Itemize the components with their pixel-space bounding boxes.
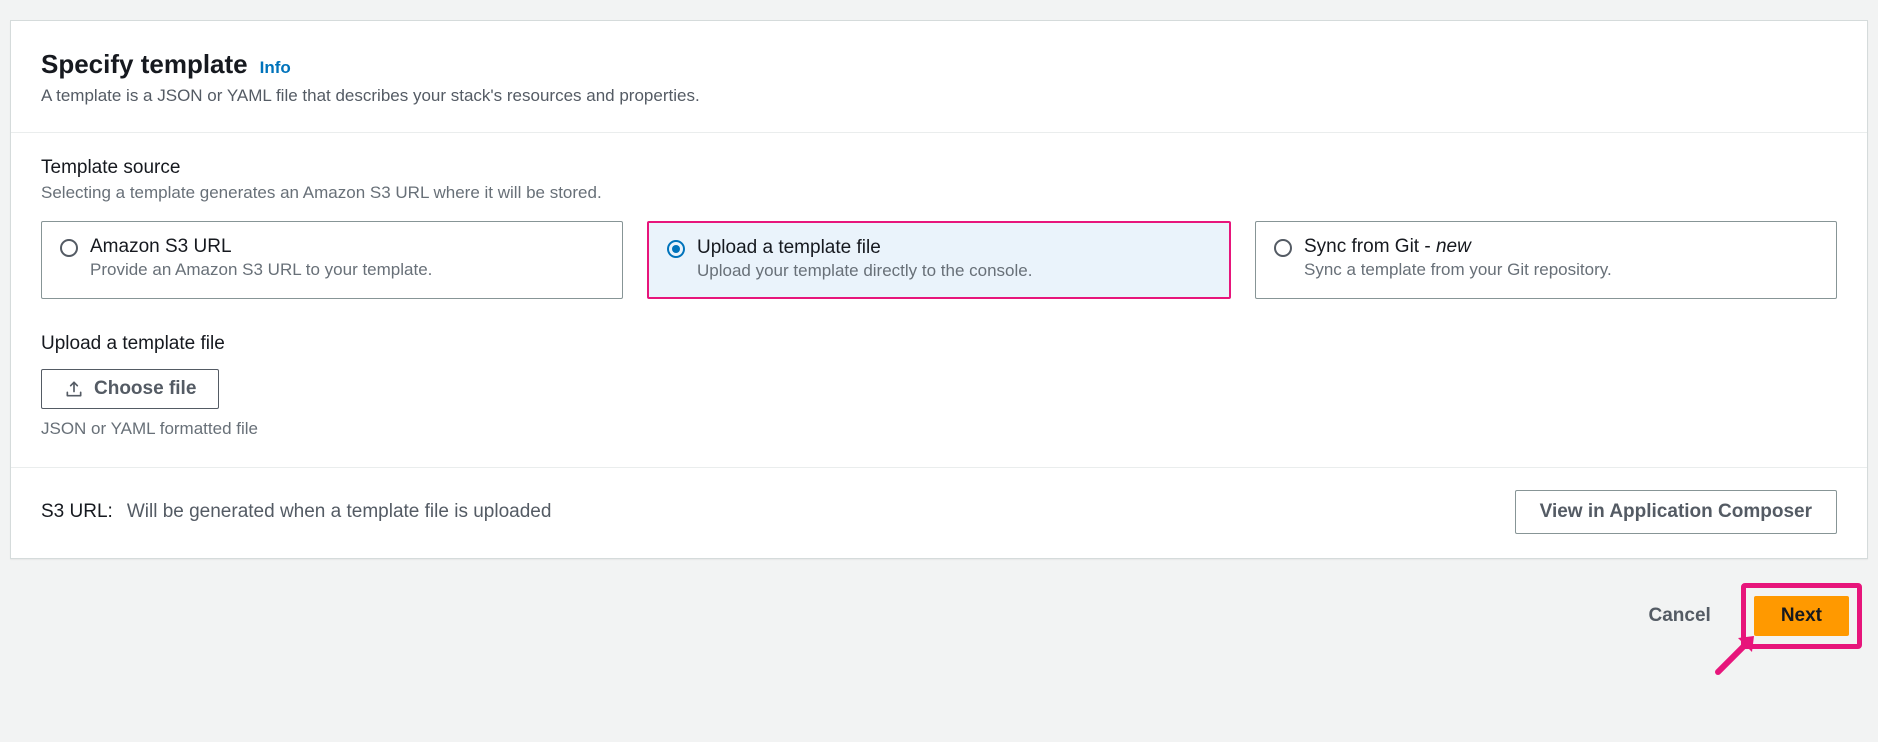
radio-option-s3-url[interactable]: Amazon S3 URL Provide an Amazon S3 URL t… — [41, 221, 623, 299]
radio-icon — [667, 240, 685, 258]
upload-label: Upload a template file — [41, 333, 1837, 355]
view-in-application-composer-button[interactable]: View in Application Composer — [1515, 490, 1837, 534]
s3-url-row: S3 URL: Will be generated when a templat… — [41, 501, 551, 523]
template-source-desc: Selecting a template generates an Amazon… — [41, 183, 1837, 203]
radio-title: Sync from Git - new — [1304, 236, 1818, 258]
radio-icon — [1274, 239, 1292, 257]
radio-option-sync-git[interactable]: Sync from Git - new Sync a template from… — [1255, 221, 1837, 299]
info-link[interactable]: Info — [260, 58, 291, 78]
choose-file-button[interactable]: Choose file — [41, 369, 219, 409]
upload-section: Upload a template file Choose file JSON … — [41, 333, 1837, 439]
upload-icon — [64, 379, 84, 399]
panel-title: Specify template — [41, 49, 248, 80]
radio-desc: Provide an Amazon S3 URL to your templat… — [90, 260, 604, 280]
s3-url-value: Will be generated when a template file i… — [127, 501, 552, 523]
radio-option-upload-file[interactable]: Upload a template file Upload your templ… — [647, 221, 1231, 299]
radio-icon — [60, 239, 78, 257]
wizard-actions: Cancel Next — [10, 583, 1868, 649]
template-source-label: Template source — [41, 157, 1837, 179]
upload-hint: JSON or YAML formatted file — [41, 419, 1837, 439]
radio-title: Amazon S3 URL — [90, 236, 604, 258]
specify-template-panel: Specify template Info A template is a JS… — [10, 20, 1868, 559]
panel-body: Template source Selecting a template gen… — [11, 133, 1867, 467]
radio-desc: Upload your template directly to the con… — [697, 261, 1211, 281]
next-button-highlight: Next — [1741, 583, 1862, 649]
choose-file-label: Choose file — [94, 378, 196, 400]
panel-footer: S3 URL: Will be generated when a templat… — [11, 467, 1867, 558]
radio-title-prefix: Sync from Git - — [1304, 236, 1436, 257]
new-badge: new — [1436, 236, 1471, 257]
radio-title: Upload a template file — [697, 237, 1211, 259]
radio-desc: Sync a template from your Git repository… — [1304, 260, 1818, 280]
template-source-options: Amazon S3 URL Provide an Amazon S3 URL t… — [41, 221, 1837, 299]
s3-url-label: S3 URL: — [41, 501, 113, 523]
panel-subtitle: A template is a JSON or YAML file that d… — [41, 86, 1837, 106]
cancel-button[interactable]: Cancel — [1635, 595, 1725, 637]
panel-header: Specify template Info A template is a JS… — [11, 21, 1867, 133]
next-button[interactable]: Next — [1754, 596, 1849, 636]
